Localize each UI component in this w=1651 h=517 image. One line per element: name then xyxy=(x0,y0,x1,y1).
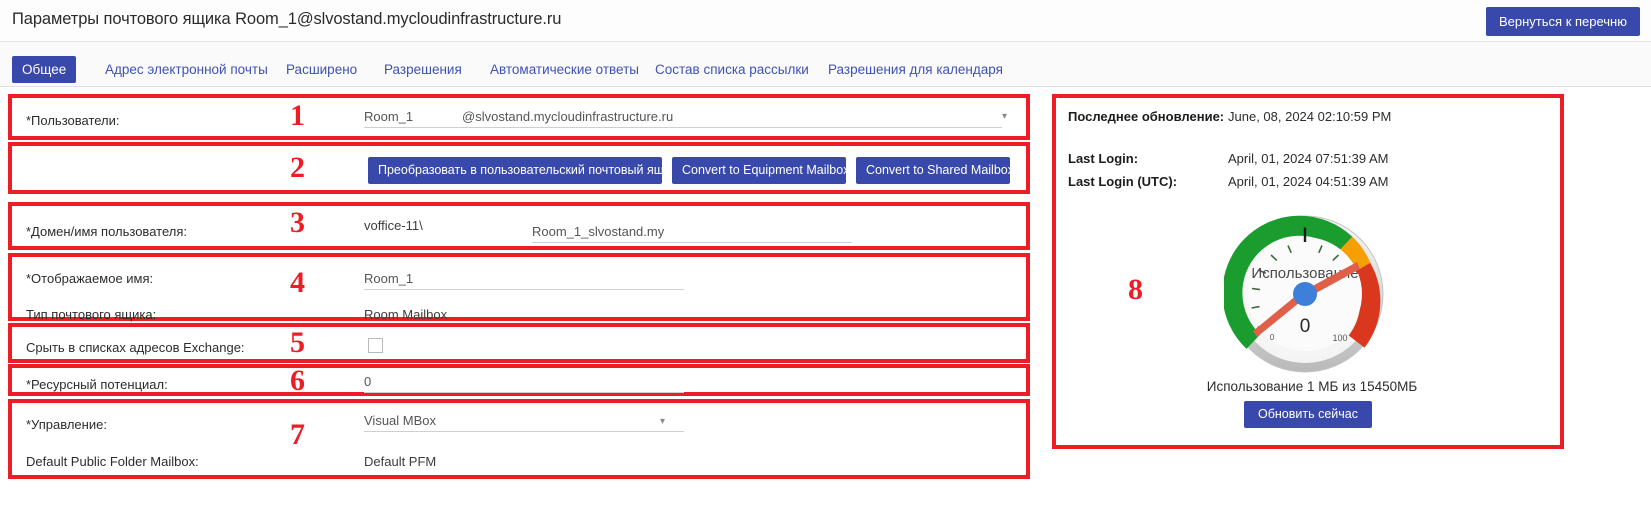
tab-bar: Общее Адрес электронной почты Расширено … xyxy=(0,42,1651,87)
default-public-folder-mailbox-label: Default Public Folder Mailbox: xyxy=(26,454,199,469)
mailbox-settings-screen: Параметры почтового ящика Room_1@slvosta… xyxy=(0,0,1651,517)
mailbox-type-label: Тип почтового ящика: xyxy=(26,307,157,322)
mailbox-type-value: Room Mailbox xyxy=(364,307,448,322)
usage-summary-text: Использование 1 МБ из 15450МБ xyxy=(1206,379,1418,394)
gauge-svg: Использование 0 100 0 xyxy=(1222,215,1384,373)
last-update-label: Последнее обновление: xyxy=(1068,109,1225,124)
section-management: *Управление: Visual MBox ▾ Default Publi… xyxy=(8,399,1030,479)
page-title: Параметры почтового ящика Room_1@slvosta… xyxy=(12,10,562,28)
tab-distribution-list[interactable]: Состав списка рассылки xyxy=(645,56,819,83)
title-bar: Параметры почтового ящика Room_1@slvosta… xyxy=(0,0,1651,42)
tab-permissions[interactable]: Разрешения xyxy=(374,56,472,83)
usage-gauge-chart: Использование 0 100 0 xyxy=(1222,215,1386,375)
tab-general[interactable]: Общее xyxy=(12,56,77,83)
marker-3: 3 xyxy=(290,206,305,239)
gauge-tick-100: 100 xyxy=(1332,333,1347,343)
tab-auto-replies[interactable]: Автоматические ответы xyxy=(480,56,649,83)
convert-to-shared-mailbox-button[interactable]: Convert to Shared Mailbox xyxy=(856,157,1014,184)
marker-6: 6 xyxy=(290,364,305,397)
marker-8: 8 xyxy=(1128,273,1143,306)
section-hide-from-address-lists: Срыть в списках адресов Exchange: xyxy=(8,323,1030,363)
section-display-name: *Отображаемое имя: Room_1 Тип почтового … xyxy=(8,253,1030,322)
marker-5: 5 xyxy=(290,326,305,359)
tab-advanced[interactable]: Расширено xyxy=(276,56,367,83)
last-login-label: Last Login: xyxy=(1068,151,1139,166)
marker-1: 1 xyxy=(290,99,305,132)
gauge-tick-0: 0 xyxy=(1270,333,1275,342)
section-users: *Пользователи: Room_1 @slvostand.mycloud… xyxy=(8,94,1030,140)
resource-capacity-label: *Ресурсный потенциал: xyxy=(26,377,168,392)
marker-2: 2 xyxy=(290,151,305,184)
hide-in-address-lists-label: Срыть в списках адресов Exchange: xyxy=(26,340,245,355)
refresh-now-button[interactable]: Обновить сейчас xyxy=(1244,401,1372,428)
marker-7: 7 xyxy=(290,418,305,451)
domain-username-input[interactable]: Room_1_slvostand.my xyxy=(532,224,852,243)
chevron-down-icon[interactable]: ▾ xyxy=(1002,111,1007,122)
section-resource-capacity: *Ресурсный потенциал: 0 xyxy=(8,364,1030,396)
management-label: *Управление: xyxy=(26,417,107,432)
last-login-utc-label: Last Login (UTC): xyxy=(1068,174,1178,189)
tab-calendar-permissions[interactable]: Разрешения для календаря xyxy=(818,56,1013,83)
marker-4: 4 xyxy=(290,266,305,299)
convert-to-equipment-mailbox-button[interactable]: Convert to Equipment Mailbox xyxy=(672,157,849,184)
tab-email-address[interactable]: Адрес электронной почты xyxy=(95,56,278,83)
section-domain-username: *Домен/имя пользователя: voffice-11\ Roo… xyxy=(8,202,1030,250)
default-public-folder-mailbox-value: Default PFM xyxy=(364,454,437,469)
display-name-label: *Отображаемое имя: xyxy=(26,271,154,286)
users-label: *Пользователи: xyxy=(26,113,120,128)
last-login-value: April, 01, 2024 07:51:39 AM xyxy=(1228,151,1389,166)
management-select[interactable]: Visual MBox xyxy=(364,413,684,432)
section-convert-buttons: Преобразовать в пользовательский почтовы… xyxy=(8,142,1030,194)
chevron-down-icon[interactable]: ▾ xyxy=(660,416,665,427)
convert-to-user-mailbox-button[interactable]: Преобразовать в пользовательский почтовы… xyxy=(368,157,676,184)
display-name-input[interactable]: Room_1 xyxy=(364,271,684,290)
hide-in-address-lists-checkbox[interactable] xyxy=(368,338,383,353)
gauge-reading: 0 xyxy=(1300,316,1311,337)
last-login-utc-value: April, 01, 2024 04:51:39 AM xyxy=(1228,174,1389,189)
last-update-value: June, 08, 2024 02:10:59 PM xyxy=(1228,109,1392,124)
section-mailbox-info: Последнее обновление: June, 08, 2024 02:… xyxy=(1052,94,1564,449)
domain-prefix-value: voffice-11\ xyxy=(364,218,423,233)
domain-select[interactable]: @slvostand.mycloudinfrastructure.ru xyxy=(462,109,1002,128)
back-to-list-button[interactable]: Вернуться к перечню xyxy=(1486,7,1640,36)
resource-capacity-input[interactable]: 0 xyxy=(364,374,684,393)
domain-username-label: *Домен/имя пользователя: xyxy=(26,224,187,239)
